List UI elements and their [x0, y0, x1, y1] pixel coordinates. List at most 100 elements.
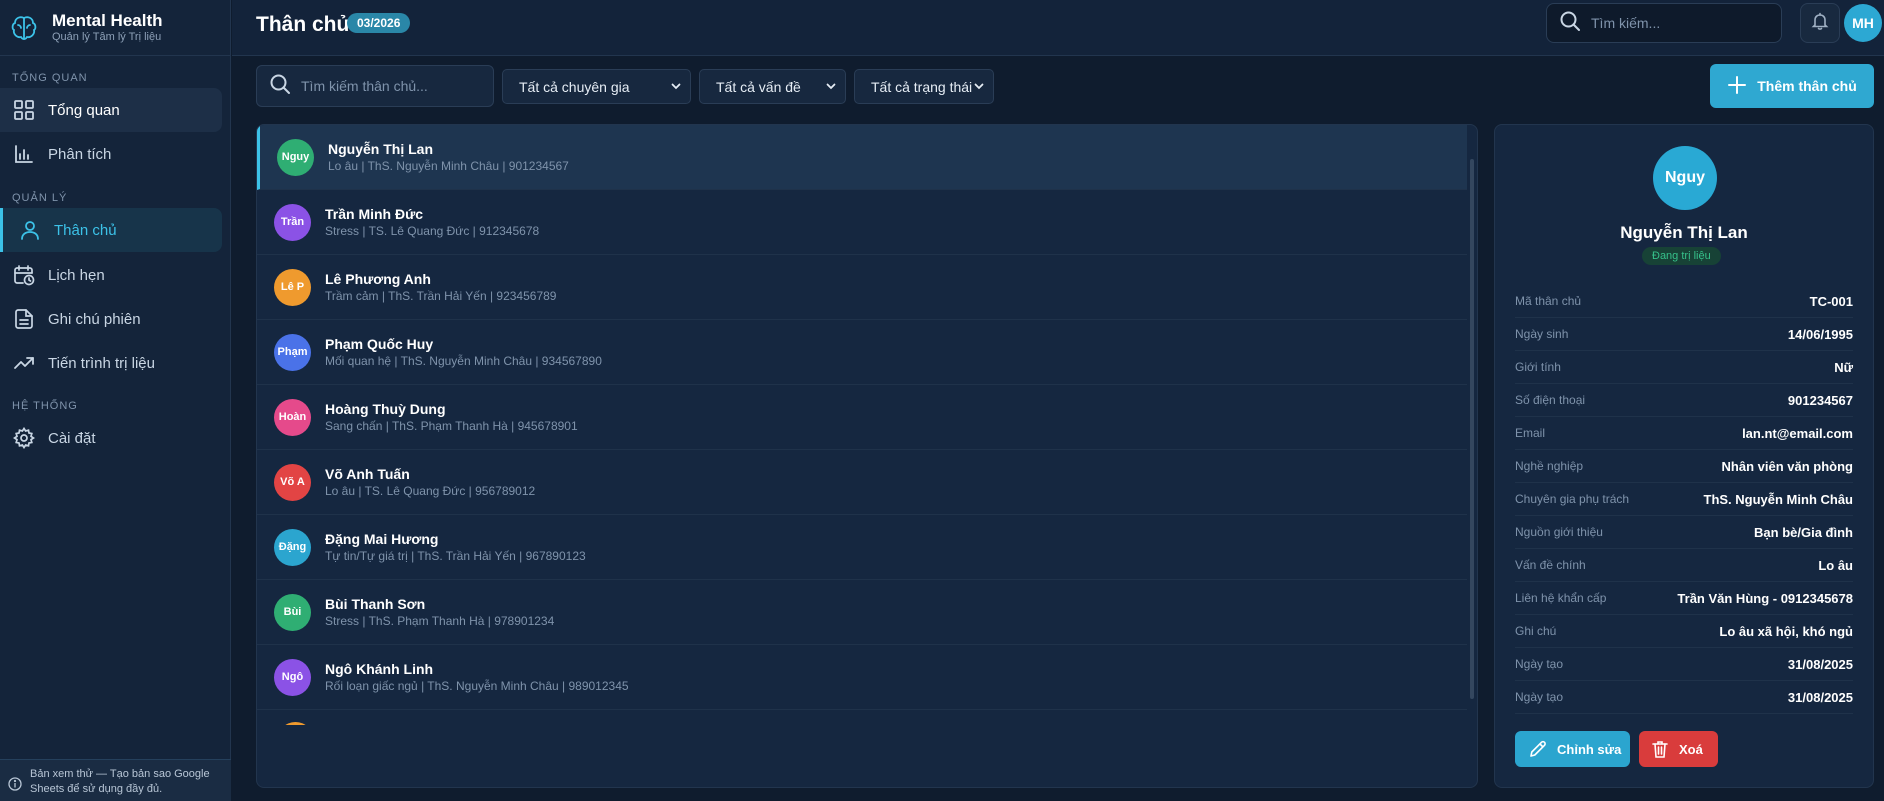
bar-chart-icon	[12, 142, 36, 166]
field-label: Email	[1515, 426, 1546, 440]
section-overview: TỔNG QUAN	[12, 72, 88, 84]
section-manage: QUẢN LÝ	[12, 192, 68, 204]
topbar: Thân chủ 03/2026 MH	[232, 0, 1884, 56]
field-label: Ngày sinh	[1515, 327, 1569, 341]
field-label: Ghi chú	[1515, 624, 1557, 638]
detail-avatar: Nguy	[1653, 146, 1717, 210]
global-search[interactable]	[1546, 3, 1782, 43]
field-value: ThS. Nguyễn Minh Châu	[1703, 491, 1854, 507]
detail-field-phone: Số điện thoại 901234567	[1515, 384, 1853, 417]
client-avatar: Bùi	[274, 593, 311, 631]
client-row[interactable]: Võ A Võ Anh Tuấn Lo âu | TS. Lê Quang Đức…	[257, 450, 1467, 515]
expert-filter-value: Tất cả chuyên gia	[519, 78, 630, 95]
document-icon	[12, 307, 36, 331]
client-meta: Tự tin/Tự giá trị | ThS. Trần Hải Yến | …	[325, 548, 586, 563]
field-label: Ngày tạo	[1515, 657, 1564, 671]
client-detail: Nguy Nguyễn Thị Lan Đang trị liệu Mã thâ…	[1494, 124, 1874, 788]
client-row[interactable]: Phạm Phạm Quốc Huy Mối quan hệ | ThS. Ngu…	[257, 320, 1467, 385]
issue-filter[interactable]: Tất cả vấn đề	[699, 69, 846, 104]
sidebar-item-clients[interactable]: Thân chủ	[0, 208, 222, 252]
field-label: Nghề nghiệp	[1515, 459, 1584, 473]
sidebar-item-label: Ghi chú phiên	[48, 310, 141, 328]
client-meta: Lo âu | TS. Lê Quang Đức | 956789012	[325, 483, 536, 498]
sidebar: Mental Health Quản lý Tâm lý Trị liệu TỔ…	[0, 0, 231, 801]
global-search-input[interactable]	[1591, 15, 1771, 31]
detail-name: Nguyễn Thị Lan	[1620, 223, 1748, 242]
field-value: 901234567	[1787, 392, 1853, 408]
field-value: TC-001	[1809, 293, 1853, 309]
plus-icon	[1727, 75, 1747, 98]
status-filter[interactable]: Tất cả trạng thái	[854, 69, 994, 104]
client-row[interactable]: Lê P Lê Phương Anh Trầm cảm | ThS. Trần H…	[257, 255, 1467, 320]
detail-field-gender: Giới tính Nữ	[1515, 351, 1853, 384]
client-name: Ngô Khánh Linh	[325, 660, 434, 677]
add-client-button[interactable]: Thêm thân chủ	[1710, 64, 1874, 108]
status-filter-value: Tất cả trạng thái	[871, 78, 973, 95]
section-system: HỆ THỐNG	[12, 400, 78, 412]
field-value: Lo âu	[1818, 557, 1853, 573]
user-avatar[interactable]: MH	[1844, 4, 1882, 42]
date-badge: 03/2026	[347, 13, 411, 33]
sidebar-item-settings[interactable]: Cài đặt	[0, 416, 222, 460]
field-label: Số điện thoại	[1515, 393, 1586, 407]
detail-field-email: Email lan.nt@email.com	[1515, 417, 1853, 450]
client-name: Phạm Quốc Huy	[325, 335, 434, 352]
client-name: Trần Minh Đức	[325, 205, 424, 222]
detail-field-occupation: Nghề nghiệp Nhân viên văn phòng	[1515, 450, 1853, 483]
chevron-down-icon	[973, 79, 985, 95]
sidebar-item-label: Cài đặt	[48, 429, 96, 447]
sidebar-item-label: Lịch hẹn	[48, 266, 105, 284]
client-row[interactable]: Nguy Nguyễn Thị Lan Lo âu | ThS. Nguyễn M…	[257, 125, 1467, 190]
client-search[interactable]	[256, 65, 494, 107]
field-value: Nữ	[1834, 359, 1853, 375]
client-avatar: Nguy	[277, 138, 314, 176]
client-row[interactable]: Hoàn Hoàng Thuỳ Dung Sang chấn | ThS. Phạ…	[257, 385, 1467, 450]
client-row[interactable]: Trần Trần Minh Đức Stress | TS. Lê Quang …	[257, 190, 1467, 255]
detail-field-notes: Ghi chú Lo âu xã hội, khó ngủ	[1515, 615, 1853, 648]
gear-icon	[12, 426, 36, 450]
client-row[interactable]: Bùi Bùi Thanh Sơn Stress | ThS. Phạm Than…	[257, 580, 1467, 645]
field-value: Trần Văn Hùng - 0912345678	[1677, 590, 1853, 606]
sidebar-item-label: Thân chủ	[54, 221, 117, 239]
client-row[interactable]: Đặng Đặng Mai Hương Tự tin/Tự giá trị | T…	[257, 515, 1467, 580]
sidebar-item-session-notes[interactable]: Ghi chú phiên	[0, 297, 222, 341]
delete-button[interactable]: Xoá	[1639, 731, 1718, 767]
sidebar-item-label: Tổng quan	[48, 101, 120, 119]
client-avatar: Đặng	[274, 528, 311, 566]
detail-field-dob: Ngày sinh 14/06/1995	[1515, 318, 1853, 351]
sidebar-item-progress[interactable]: Tiến trình trị liệu	[0, 341, 222, 385]
expert-filter[interactable]: Tất cả chuyên gia	[502, 69, 691, 104]
client-meta: Sang chấn | ThS. Phạm Thanh Hà | 9456789…	[325, 418, 578, 433]
client-avatar: Phạm	[274, 333, 311, 371]
preview-notice: Bản xem thử — Tạo bản sao Google Sheets …	[0, 759, 231, 801]
page-title: Thân chủ	[256, 13, 350, 36]
sidebar-item-analytics[interactable]: Phân tích	[0, 132, 222, 176]
client-avatar: Lê P	[274, 268, 311, 306]
chevron-down-icon	[670, 79, 682, 95]
client-avatar: Hoàn	[274, 398, 311, 436]
pencil-icon	[1527, 738, 1549, 760]
detail-field-referral: Nguồn giới thiệu Bạn bè/Gia đình	[1515, 516, 1853, 549]
detail-field-created-2: Ngày tạo 31/08/2025	[1515, 681, 1853, 714]
client-avatar: Ngô	[274, 658, 311, 696]
client-row[interactable]: Ngô Ngô Khánh Linh Rối loạn giấc ngủ | Th…	[257, 645, 1467, 710]
preview-notice-text: Bản xem thử — Tạo bản sao Google Sheets …	[30, 768, 210, 795]
search-icon	[1559, 10, 1581, 37]
client-search-input[interactable]	[301, 78, 491, 94]
grid-icon	[12, 98, 36, 122]
field-label: Chuyên gia phụ trách	[1515, 492, 1630, 506]
sidebar-item-label: Phân tích	[48, 145, 112, 163]
field-label: Vấn đề chính	[1515, 558, 1586, 572]
add-client-label: Thêm thân chủ	[1757, 78, 1857, 94]
brand[interactable]: Mental Health Quản lý Tâm lý Trị liệu	[0, 0, 230, 56]
client-rows: Nguy Nguyễn Thị Lan Lo âu | ThS. Nguyễn M…	[257, 125, 1467, 725]
detail-field-code: Mã thân chủ TC-001	[1515, 285, 1853, 318]
bell-icon	[1810, 11, 1830, 36]
sidebar-item-appointments[interactable]: Lịch hẹn	[0, 253, 222, 297]
sidebar-item-overview[interactable]: Tổng quan	[0, 88, 222, 132]
client-name: Lê Phương Anh	[325, 270, 431, 287]
client-avatar-partial	[277, 722, 314, 725]
edit-button[interactable]: Chỉnh sửa	[1515, 731, 1630, 767]
notification-button[interactable]	[1800, 3, 1840, 43]
list-scrollbar[interactable]	[1470, 159, 1474, 699]
